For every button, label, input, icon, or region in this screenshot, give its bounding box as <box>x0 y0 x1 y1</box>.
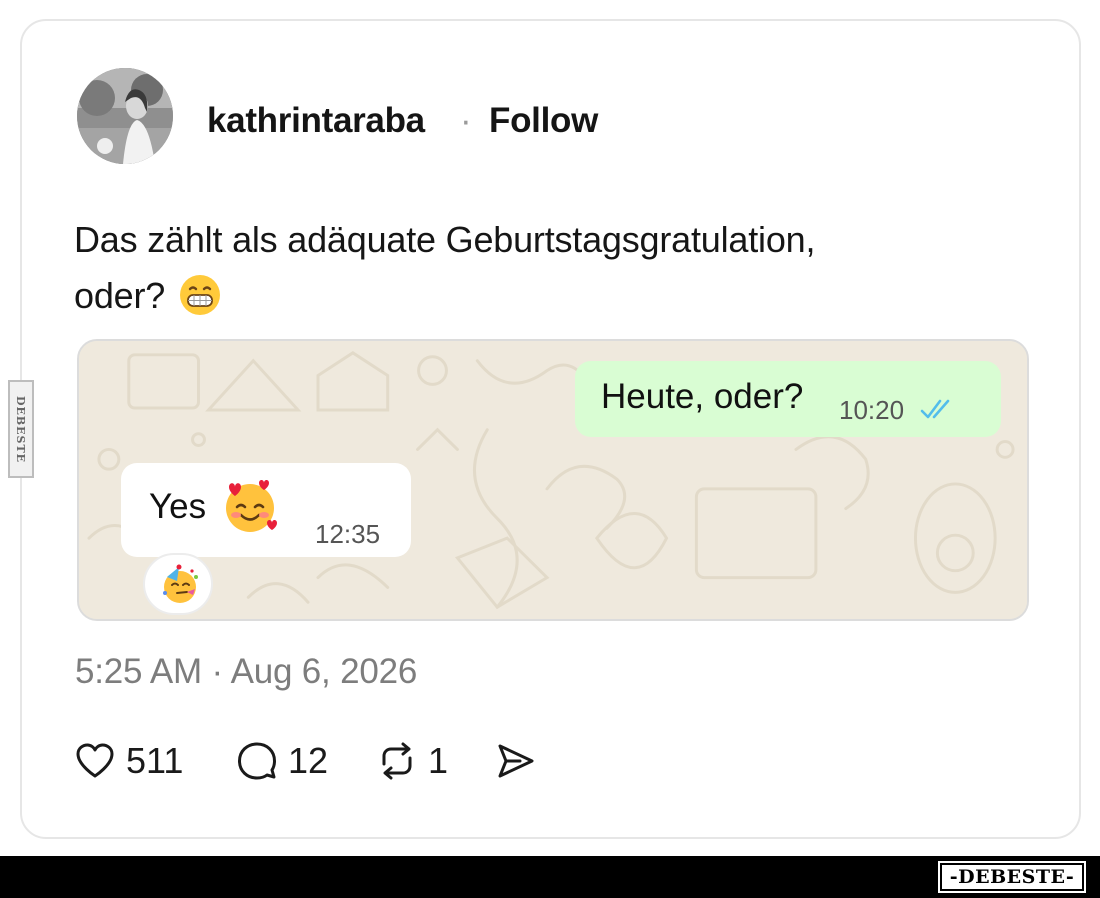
repost-icon <box>382 742 412 780</box>
bottom-watermark-logo: -DEBESTE- <box>938 861 1086 893</box>
share-icon <box>498 744 534 778</box>
heart-icon <box>76 743 114 778</box>
comment-count: 12 <box>288 740 329 781</box>
outgoing-message[interactable]: Heute, oder? 10:20 <box>575 361 1001 437</box>
post-timestamp: 5:25 AM · Aug 6, 2026 <box>75 652 418 691</box>
grinning-face-with-teeth-icon <box>179 275 220 315</box>
incoming-message-text: Yes <box>149 487 207 526</box>
post-text-line-1: Das zählt als adäquate Geburtstagsgratul… <box>74 219 816 260</box>
comment-button[interactable]: 12 <box>236 737 328 785</box>
outgoing-message-text: Heute, oder? <box>601 377 804 416</box>
smiling-face-with-hearts-icon <box>226 480 277 532</box>
post-text: Das zählt als adäquate Geburtstagsgratul… <box>74 212 974 324</box>
like-button[interactable]: 511 <box>74 737 183 785</box>
username[interactable]: kathrintaraba <box>207 101 425 141</box>
double-check-icon <box>920 399 950 419</box>
side-watermark: DEBESTE <box>8 380 34 478</box>
post-text-line-2-text: oder? <box>74 275 166 316</box>
message-reaction[interactable] <box>143 553 213 615</box>
incoming-message[interactable]: Yes 12:35 <box>121 463 411 557</box>
post-text-line-2: oder? <box>74 268 974 324</box>
avatar[interactable] <box>77 68 173 164</box>
repost-button[interactable]: 1 <box>376 737 448 785</box>
partying-face-icon <box>163 564 198 603</box>
separator-dot: · <box>460 101 472 140</box>
outgoing-message-time: 10:20 <box>839 395 905 425</box>
side-watermark-text: DEBESTE <box>14 395 28 463</box>
comment-icon <box>238 742 276 780</box>
repost-count: 1 <box>428 740 449 781</box>
bottom-bar <box>0 856 1100 898</box>
follow-button[interactable]: Follow <box>489 101 598 141</box>
avatar-photo <box>77 68 173 164</box>
share-button[interactable] <box>494 737 536 785</box>
bottom-watermark-text: -DEBESTE- <box>949 866 1075 888</box>
chat-screenshot: Heute, oder? 10:20 Yes 12:35 <box>77 339 1029 621</box>
incoming-message-time: 12:35 <box>315 519 381 549</box>
like-count: 511 <box>126 740 184 781</box>
